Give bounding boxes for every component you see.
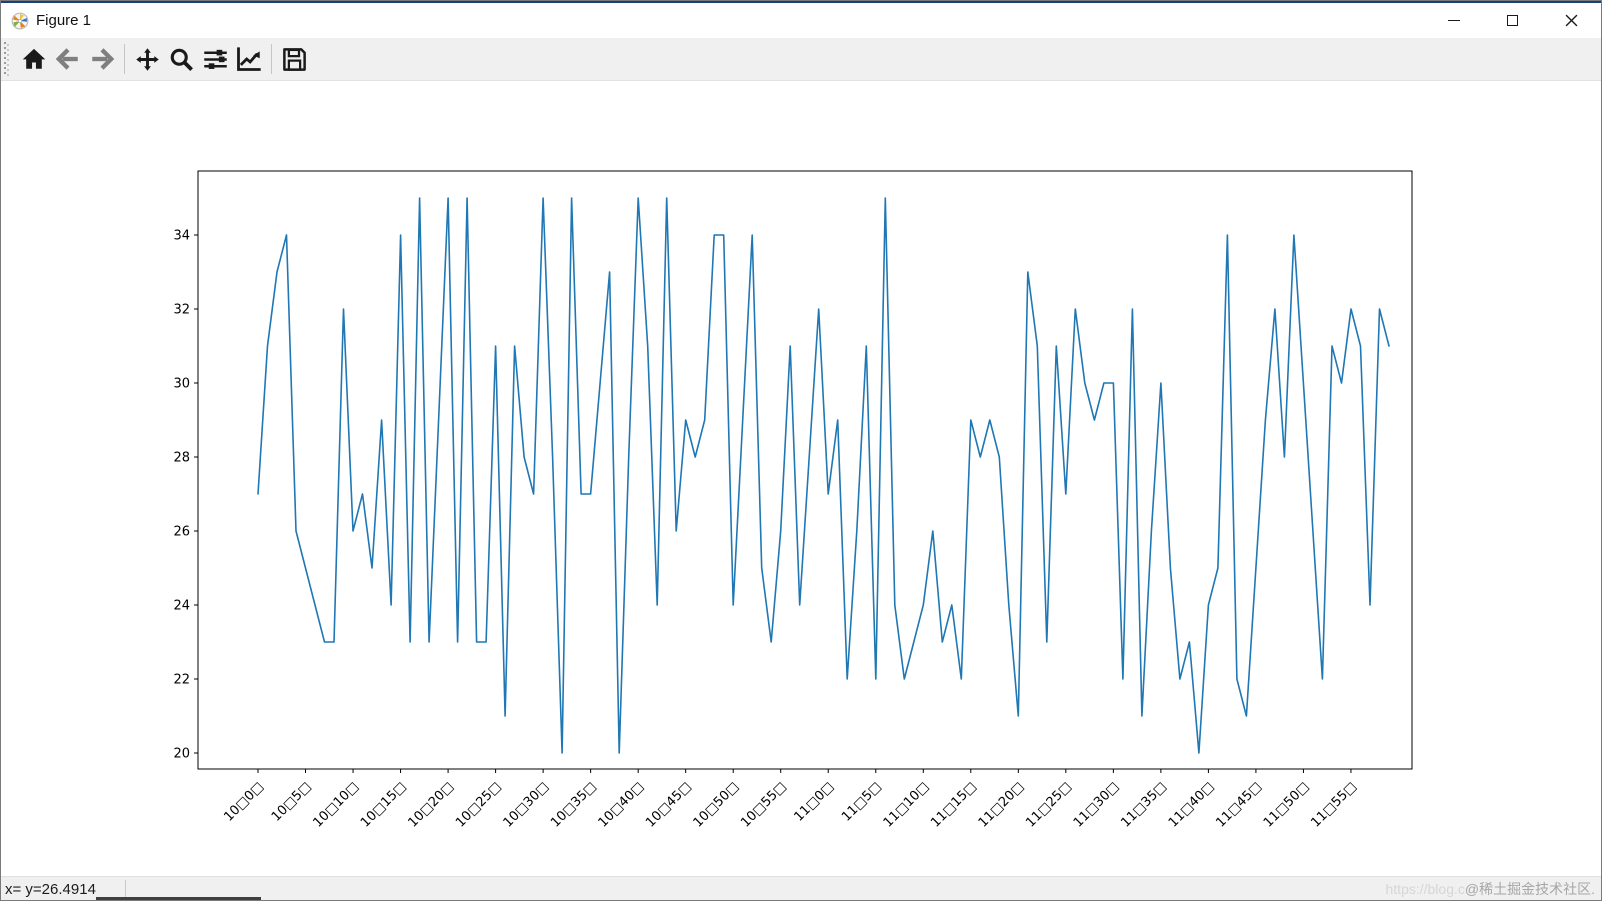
axes-frame bbox=[197, 170, 1413, 770]
close-icon bbox=[1565, 14, 1578, 27]
x-tick-label: 10□35□ bbox=[548, 779, 599, 830]
x-tick-label: 11□40□ bbox=[1166, 779, 1217, 830]
minimize-icon bbox=[1447, 20, 1460, 21]
x-tick-label: 10□50□ bbox=[691, 779, 742, 830]
watermark-url: https://blog.c bbox=[1385, 881, 1465, 897]
home-button[interactable] bbox=[17, 42, 51, 76]
floppy-save-icon bbox=[282, 47, 306, 71]
x-tick-label: 10□0□ bbox=[221, 779, 267, 825]
maximize-button[interactable] bbox=[1483, 3, 1542, 38]
x-tick-label: 10□10□ bbox=[310, 779, 361, 830]
pan-button[interactable] bbox=[130, 42, 164, 76]
close-button[interactable] bbox=[1542, 3, 1601, 38]
cursor-coordinates: x= y=26.4914 bbox=[5, 881, 96, 898]
navigation-toolbar bbox=[1, 38, 1601, 81]
x-tick-label: 10□20□ bbox=[406, 779, 457, 830]
line-chart-icon bbox=[237, 47, 261, 71]
y-tick-label: 20 bbox=[173, 747, 190, 762]
toolbar-grip[interactable] bbox=[4, 42, 9, 76]
x-tick-label: 11□50□ bbox=[1261, 779, 1312, 830]
figure-canvas[interactable]: 20 22 24 26 28 30 32 34 10□0□ 10□5□ 10□10□ 10□15□ 10… bbox=[1, 81, 1601, 876]
x-tick-label: 10□55□ bbox=[738, 779, 789, 830]
forward-arrow-icon bbox=[92, 48, 115, 70]
line-chart: 202224262830323410□0□ 10□5□10□10□10□15□10… bbox=[173, 170, 1413, 831]
watermark: https://blog.c@稀土掘金技术社区. bbox=[1386, 879, 1596, 899]
x-tick-label: 11□45□ bbox=[1213, 779, 1264, 830]
customize-plot-button[interactable] bbox=[232, 42, 266, 76]
x-tick-label: 10□40□ bbox=[596, 779, 647, 830]
figure-window: Figure 1 20 22 24 26 28 30 32 34 10□0□ 1… bbox=[0, 0, 1602, 901]
maximize-icon bbox=[1507, 15, 1518, 26]
x-tick-label: 10□5□ bbox=[269, 779, 315, 825]
back-button[interactable] bbox=[51, 42, 85, 76]
taskbar-edge bbox=[96, 897, 261, 900]
y-tick-label: 28 bbox=[173, 451, 190, 466]
y-tick-label: 24 bbox=[173, 599, 190, 614]
toolbar-separator bbox=[124, 44, 125, 74]
home-icon bbox=[22, 48, 46, 69]
zoom-button[interactable] bbox=[164, 42, 198, 76]
x-tick-label: 11□5□ bbox=[839, 779, 885, 825]
x-tick-label: 11□30□ bbox=[1071, 779, 1122, 830]
toolbar-separator bbox=[271, 44, 272, 74]
x-tick-label: 10□45□ bbox=[643, 779, 694, 830]
x-tick-label: 11□25□ bbox=[1023, 779, 1074, 830]
configure-subplots-button[interactable] bbox=[198, 42, 232, 76]
x-tick-label: 11□10□ bbox=[881, 779, 932, 830]
y-tick-label: 22 bbox=[173, 673, 190, 688]
x-tick-label: 10□15□ bbox=[358, 779, 409, 830]
x-tick-label: 11□20□ bbox=[976, 779, 1027, 830]
sliders-icon bbox=[203, 49, 227, 69]
y-tick-label: 26 bbox=[173, 525, 190, 540]
save-button[interactable] bbox=[277, 42, 311, 76]
y-tick-label: 30 bbox=[173, 377, 190, 392]
x-tick-label: 11□55□ bbox=[1308, 779, 1359, 830]
pan-move-icon bbox=[135, 47, 159, 71]
y-tick-label: 34 bbox=[173, 229, 190, 244]
window-title: Figure 1 bbox=[36, 12, 92, 29]
back-arrow-icon bbox=[55, 48, 78, 70]
forward-button[interactable] bbox=[85, 42, 119, 76]
minimize-button[interactable] bbox=[1424, 3, 1483, 38]
matplotlib-logo-icon bbox=[11, 12, 29, 29]
x-tick-label: 11□35□ bbox=[1118, 779, 1169, 830]
watermark-community: @稀土掘金技术社区. bbox=[1464, 881, 1595, 897]
window-controls bbox=[1424, 3, 1601, 38]
x-tick-label: 10□30□ bbox=[501, 779, 552, 830]
titlebar[interactable]: Figure 1 bbox=[1, 3, 1601, 38]
x-tick-label: 11□0□ bbox=[792, 779, 838, 825]
x-tick-label: 11□15□ bbox=[928, 779, 979, 830]
y-tick-label: 32 bbox=[173, 303, 190, 318]
x-tick-label: 10□25□ bbox=[453, 779, 504, 830]
magnifier-icon bbox=[170, 48, 193, 71]
